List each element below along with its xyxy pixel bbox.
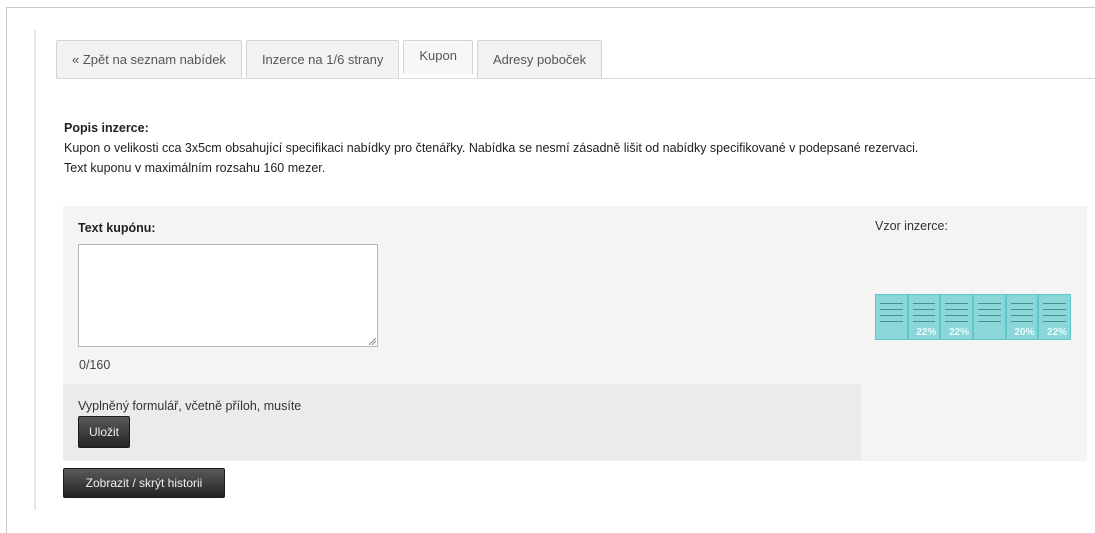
- tab-bar: « Zpět na seznam nabídek Inzerce na 1/6 …: [56, 36, 606, 78]
- ad-description-line-2: Text kuponu v maximálním rozsahu 160 mez…: [64, 161, 326, 175]
- frame-border-left: [6, 7, 7, 533]
- tab-back-to-offers[interactable]: « Zpět na seznam nabídek: [56, 40, 242, 78]
- tab-divider: [56, 78, 1095, 79]
- tab-coupon[interactable]: Kupon: [403, 40, 473, 74]
- coupon-form-panel: Text kupónu: 0/160 Vyplněný formulář, vč…: [63, 206, 1087, 461]
- ad-description: Popis inzerce: Kupon o velikosti cca 3x5…: [64, 118, 1094, 178]
- tab-branch-addresses[interactable]: Adresy poboček: [476, 40, 603, 78]
- sample-coupon: 22%: [941, 295, 973, 339]
- sample-coupon: [974, 295, 1005, 339]
- save-button[interactable]: Uložit: [78, 416, 130, 448]
- character-counter: 0/160: [79, 358, 111, 372]
- offer-detail-content: « Zpět na seznam nabídek Inzerce na 1/6 …: [34, 30, 1095, 510]
- ad-sample-label: Vzor inzerce:: [875, 219, 948, 233]
- form-note: Vyplněný formulář, včetně příloh, musíte: [78, 399, 302, 413]
- form-footer-area: [63, 384, 861, 460]
- ad-description-title: Popis inzerce:: [64, 121, 149, 135]
- sample-coupon: 20%: [1006, 295, 1038, 339]
- ad-description-line-1: Kupon o velikosti cca 3x5cm obsahující s…: [64, 141, 919, 155]
- page-frame: « Zpět na seznam nabídek Inzerce na 1/6 …: [0, 0, 1095, 533]
- sample-coupon: 22%: [908, 295, 940, 339]
- coupon-text-input[interactable]: [78, 244, 378, 347]
- ad-sample-image: 22% 22% 20% 22%: [875, 294, 1071, 340]
- toggle-history-button[interactable]: Zobrazit / skrýt historii: [63, 468, 225, 498]
- frame-border-top: [6, 7, 1095, 8]
- coupon-text-label: Text kupónu:: [78, 221, 156, 235]
- sample-coupon: [876, 295, 907, 339]
- sample-coupon: 22%: [1039, 295, 1071, 339]
- tab-ad-one-sixth-page[interactable]: Inzerce na 1/6 strany: [245, 40, 400, 78]
